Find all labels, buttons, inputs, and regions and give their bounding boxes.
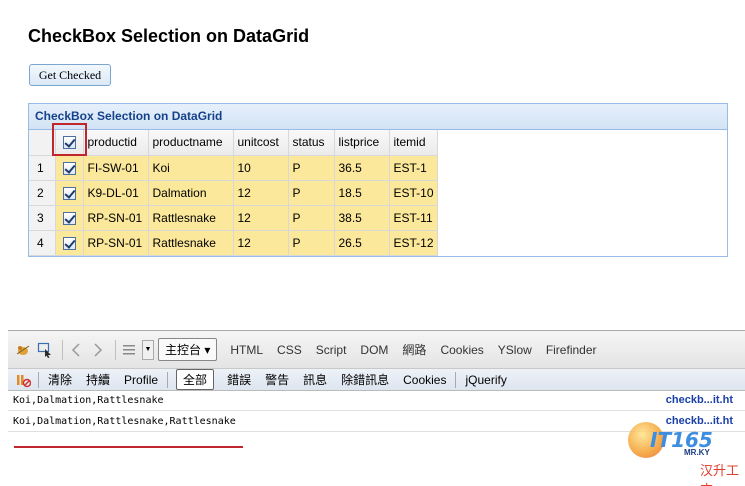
get-checked-button[interactable]: Get Checked	[29, 64, 111, 86]
tab-cookies[interactable]: Cookies	[440, 343, 483, 357]
back-arrow-icon[interactable]	[67, 341, 85, 359]
filter-info-button[interactable]: 訊息	[303, 371, 327, 388]
cell-productid: RP-SN-01	[83, 230, 149, 256]
row-checkbox[interactable]	[62, 236, 76, 250]
cell-unitcost: 12	[233, 205, 289, 231]
cell-itemid: EST-10	[389, 180, 438, 206]
tab-console-label: 主控台	[165, 343, 202, 357]
datagrid-table: productid productname unitcost status li…	[29, 130, 438, 256]
tab-network[interactable]: 網路	[402, 341, 426, 358]
column-header-listprice[interactable]: listprice	[334, 130, 390, 156]
filter-all-button[interactable]: 全部	[176, 369, 215, 390]
column-header-productname[interactable]: productname	[148, 130, 234, 156]
column-header-productid[interactable]: productid	[83, 130, 149, 156]
filter-warnings-button[interactable]: 警告	[265, 371, 289, 388]
select-all-checkbox[interactable]	[62, 136, 76, 150]
cell-productid: FI-SW-01	[83, 155, 149, 181]
subtoolbar-separator	[167, 371, 169, 388]
filter-cookies-button[interactable]: Cookies	[403, 373, 446, 387]
tab-yslow[interactable]: YSlow	[498, 343, 532, 357]
firebug-panel: ▼ 主控台 ▾ HTML CSS Script DOM 網路 Cookies Y…	[8, 330, 745, 486]
subtoolbar-separator	[38, 371, 39, 388]
cell-itemid: EST-12	[389, 230, 438, 256]
log-message: Koi,Dalmation,Rattlesnake,Rattlesnake	[13, 416, 236, 427]
cell-listprice: 18.5	[334, 180, 390, 206]
row-checkbox-cell[interactable]	[55, 155, 84, 181]
profile-button[interactable]: Profile	[124, 373, 158, 387]
cell-status: P	[288, 205, 335, 231]
cell-status: P	[288, 180, 335, 206]
persist-button[interactable]: 持續	[86, 371, 110, 388]
clear-button[interactable]: 清除	[48, 371, 72, 388]
console-log-row: Koi,Dalmation,Rattlesnake,Rattlesnake ch…	[8, 412, 745, 432]
page-title: CheckBox Selection on DataGrid	[28, 26, 310, 46]
row-number: 2	[29, 180, 56, 206]
cell-unitcost: 10	[233, 155, 289, 181]
column-header-status[interactable]: status	[288, 130, 335, 156]
select-all-checkbox-cell[interactable]	[55, 130, 84, 156]
list-menu-icon[interactable]	[120, 341, 138, 359]
annotation-underline	[14, 446, 243, 448]
cell-unitcost: 12	[233, 180, 289, 206]
row-checkbox-cell[interactable]	[55, 230, 84, 256]
rownumber-header	[29, 130, 56, 156]
row-checkbox-cell[interactable]	[55, 180, 84, 206]
cell-productname: Rattlesnake	[148, 205, 234, 231]
tab-html[interactable]: HTML	[230, 343, 263, 357]
firebug-bug-icon[interactable]	[14, 341, 32, 359]
table-row[interactable]: 3 RP-SN-01 Rattlesnake 12 P 38.5 EST-11	[29, 205, 438, 231]
column-header-itemid[interactable]: itemid	[389, 130, 438, 156]
cell-productname: Rattlesnake	[148, 230, 234, 256]
log-message: Koi,Dalmation,Rattlesnake	[13, 395, 164, 406]
inspect-element-icon[interactable]	[36, 341, 54, 359]
cell-listprice: 36.5	[334, 155, 390, 181]
cell-unitcost: 12	[233, 230, 289, 256]
cell-status: P	[288, 230, 335, 256]
cell-productid: RP-SN-01	[83, 205, 149, 231]
cell-productname: Dalmation	[148, 180, 234, 206]
datagrid: CheckBox Selection on DataGrid productid…	[28, 103, 728, 257]
table-row[interactable]: 2 K9-DL-01 Dalmation 12 P 18.5 EST-10	[29, 180, 438, 206]
cell-itemid: EST-11	[389, 205, 438, 231]
jquerify-button[interactable]: jQuerify	[465, 373, 506, 387]
tab-console[interactable]: 主控台 ▾	[158, 338, 218, 361]
row-checkbox[interactable]	[62, 211, 76, 225]
tab-firefinder[interactable]: Firefinder	[546, 343, 597, 357]
tab-dom[interactable]: DOM	[360, 343, 388, 357]
cell-status: P	[288, 155, 335, 181]
row-checkbox-cell[interactable]	[55, 205, 84, 231]
subtoolbar-separator	[455, 371, 457, 388]
filter-errors-button[interactable]: 錯誤	[227, 371, 251, 388]
toolbar-separator	[115, 339, 116, 360]
row-checkbox[interactable]	[62, 186, 76, 200]
cell-itemid: EST-1	[389, 155, 438, 181]
row-number: 1	[29, 155, 56, 181]
table-row[interactable]: 1 FI-SW-01 Koi 10 P 36.5 EST-1	[29, 155, 438, 181]
firebug-toolbar: ▼ 主控台 ▾ HTML CSS Script DOM 網路 Cookies Y…	[8, 331, 745, 369]
cell-listprice: 38.5	[334, 205, 390, 231]
break-on-error-icon[interactable]	[14, 371, 32, 389]
log-source-link[interactable]: checkb...it.ht	[666, 391, 733, 410]
tab-script[interactable]: Script	[316, 343, 347, 357]
console-subtoolbar: 清除 持續 Profile 全部 錯誤 警告 訊息 除錯訊息 Cookies j…	[8, 369, 745, 391]
datagrid-title: CheckBox Selection on DataGrid	[29, 104, 727, 130]
column-header-unitcost[interactable]: unitcost	[233, 130, 289, 156]
chevron-down-icon[interactable]: ▼	[142, 339, 154, 360]
row-number: 4	[29, 230, 56, 256]
cell-listprice: 26.5	[334, 230, 390, 256]
forward-arrow-icon[interactable]	[89, 341, 107, 359]
cell-productname: Koi	[148, 155, 234, 181]
cell-productid: K9-DL-01	[83, 180, 149, 206]
toolbar-separator	[62, 339, 63, 360]
console-log-row: Koi,Dalmation,Rattlesnake checkb...it.ht	[8, 391, 745, 411]
tab-css[interactable]: CSS	[277, 343, 302, 357]
log-source-link[interactable]: checkb...it.ht	[666, 412, 733, 431]
table-row[interactable]: 4 RP-SN-01 Rattlesnake 12 P 26.5 EST-12	[29, 230, 438, 256]
filter-debug-button[interactable]: 除錯訊息	[341, 371, 389, 388]
row-checkbox[interactable]	[62, 161, 76, 175]
header-row: productid productname unitcost status li…	[29, 130, 438, 156]
row-number: 3	[29, 205, 56, 231]
